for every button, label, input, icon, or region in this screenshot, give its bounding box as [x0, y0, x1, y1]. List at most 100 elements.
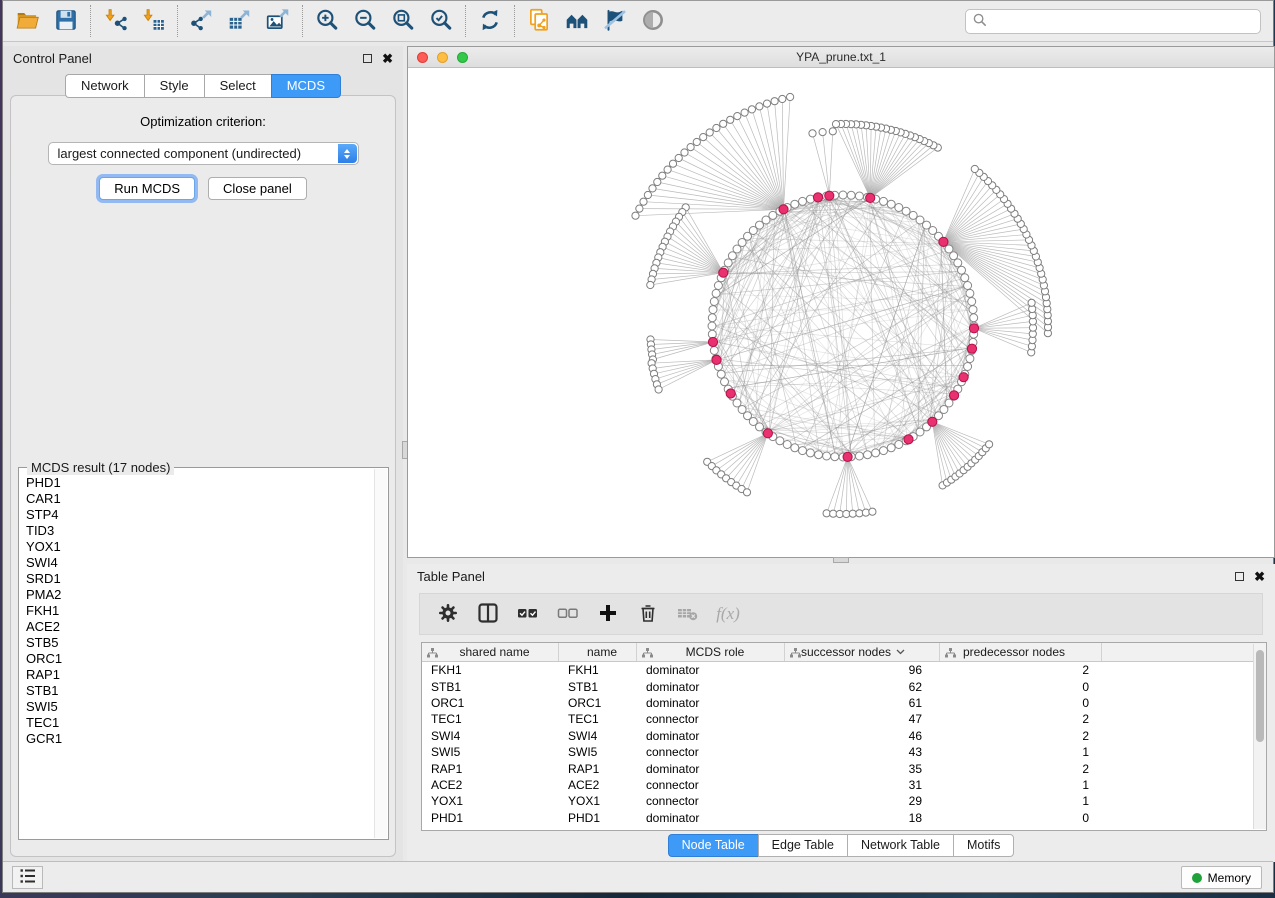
control-panel-tabs: NetworkStyleSelectMCDS	[3, 74, 403, 98]
window-zoom-traffic-light[interactable]	[457, 52, 468, 63]
column-header-name[interactable]: name	[559, 643, 637, 661]
tab-motifs[interactable]: Motifs	[953, 834, 1014, 857]
tab-network[interactable]: Network	[65, 74, 144, 98]
open-session-button[interactable]	[9, 4, 47, 38]
horizontal-splitter-handle[interactable]	[833, 557, 849, 563]
delete-column-button[interactable]	[630, 597, 666, 631]
table-mode-button[interactable]	[430, 597, 466, 631]
mcds-result-list: PHD1CAR1STP4TID3YOX1SWI4SRD1PMA2FKH1ACE2…	[19, 471, 374, 839]
table-row[interactable]: TEC1TEC1connector472	[422, 711, 1253, 727]
cell-MCDS-role: dominator	[637, 762, 785, 776]
window-close-traffic-light[interactable]	[417, 52, 428, 63]
mcds-panel: Optimization criterion: largest connecte…	[10, 95, 396, 857]
table-row[interactable]: YOX1YOX1connector291	[422, 793, 1253, 809]
column-header-shared-name[interactable]: shared name	[422, 643, 559, 661]
run-mcds-button[interactable]: Run MCDS	[99, 177, 195, 200]
select-all-button[interactable]	[510, 597, 546, 631]
mcds-result-node[interactable]: STP4	[26, 507, 374, 523]
table-row[interactable]: FKH1FKH1dominator962	[422, 662, 1253, 678]
table-scrollbar[interactable]	[1253, 644, 1266, 829]
column-header-successor-nodes[interactable]: successor nodes	[785, 643, 940, 661]
table-row[interactable]: PHD1PHD1dominator180	[422, 810, 1253, 826]
optimization-criterion-select[interactable]: largest connected component (undirected)	[48, 142, 359, 165]
mcds-result-node[interactable]: SWI4	[26, 555, 374, 571]
panel-menu-button[interactable]	[12, 866, 43, 889]
mcds-result-node[interactable]: FKH1	[26, 603, 374, 619]
search-field[interactable]	[965, 9, 1261, 34]
show-column-button[interactable]	[470, 597, 506, 631]
close-panel-icon[interactable]: ✖	[1254, 570, 1265, 583]
node-table-header: shared namenameMCDS rolesuccessor nodesp…	[422, 643, 1266, 662]
cell-successor-nodes: 61	[785, 696, 940, 710]
memory-button[interactable]: Memory	[1181, 866, 1262, 889]
cell-shared-name: FKH1	[422, 663, 559, 677]
tab-edge-table[interactable]: Edge Table	[758, 834, 847, 857]
cell-successor-nodes: 18	[785, 811, 940, 825]
hide-selected-button[interactable]	[596, 4, 634, 38]
mcds-result-node[interactable]: ACE2	[26, 619, 374, 635]
tab-style[interactable]: Style	[144, 74, 204, 98]
mcds-list-scrollbar[interactable]	[374, 469, 387, 838]
float-panel-icon[interactable]	[1235, 572, 1244, 581]
mcds-result-node[interactable]: GCR1	[26, 731, 374, 747]
zoom-out-button[interactable]	[346, 4, 384, 38]
apply-layout-button[interactable]	[471, 4, 509, 38]
mcds-result-node[interactable]: CAR1	[26, 491, 374, 507]
export-table-button[interactable]	[221, 4, 259, 38]
import-network-button[interactable]	[96, 4, 134, 38]
cell-shared-name: PHD1	[422, 811, 559, 825]
mcds-result-node[interactable]: SWI5	[26, 699, 374, 715]
delete-table-button[interactable]	[670, 597, 706, 631]
create-column-button[interactable]	[590, 597, 626, 631]
column-header-MCDS-role[interactable]: MCDS role	[637, 643, 785, 661]
float-panel-icon[interactable]	[363, 54, 372, 63]
mcds-result-node[interactable]: TID3	[26, 523, 374, 539]
export-image-button[interactable]	[259, 4, 297, 38]
first-neighbors-button[interactable]	[558, 4, 596, 38]
import-table-button[interactable]	[134, 4, 172, 38]
memory-label: Memory	[1208, 871, 1251, 885]
close-panel-icon[interactable]: ✖	[382, 52, 393, 65]
table-row[interactable]: STB1STB1dominator620	[422, 678, 1253, 694]
mcds-result-node[interactable]: STB5	[26, 635, 374, 651]
mcds-result-node[interactable]: ORC1	[26, 651, 374, 667]
show-all-button[interactable]	[634, 4, 672, 38]
table-row[interactable]: ORC1ORC1dominator610	[422, 695, 1253, 711]
mcds-result-node[interactable]: YOX1	[26, 539, 374, 555]
function-builder-icon: f(x)	[716, 604, 740, 624]
save-session-button[interactable]	[47, 4, 85, 38]
cell-name: YOX1	[559, 794, 637, 808]
table-row[interactable]: ACE2ACE2connector311	[422, 777, 1253, 793]
network-svg[interactable]	[408, 68, 1274, 557]
cell-predecessor-nodes: 2	[940, 663, 1102, 677]
tab-mcds[interactable]: MCDS	[271, 74, 341, 98]
search-input[interactable]	[992, 14, 1253, 28]
table-scrollbar-thumb[interactable]	[1256, 650, 1264, 742]
column-header-predecessor-nodes[interactable]: predecessor nodes	[940, 643, 1102, 661]
table-row[interactable]: SWI5SWI5connector431	[422, 744, 1253, 760]
deselect-all-button[interactable]	[550, 597, 586, 631]
export-network-button[interactable]	[183, 4, 221, 38]
close-panel-button[interactable]: Close panel	[208, 177, 307, 200]
mcds-result-node[interactable]: PHD1	[26, 475, 374, 491]
network-canvas[interactable]	[408, 68, 1274, 557]
mcds-result-node[interactable]: SRD1	[26, 571, 374, 587]
table-row[interactable]: RAP1RAP1dominator352	[422, 760, 1253, 776]
mcds-result-node[interactable]: RAP1	[26, 667, 374, 683]
table-row[interactable]: SWI4SWI4dominator462	[422, 728, 1253, 744]
tab-network-table[interactable]: Network Table	[847, 834, 953, 857]
zoom-fit-button[interactable]	[384, 4, 422, 38]
mcds-result-node[interactable]: TEC1	[26, 715, 374, 731]
window-minimize-traffic-light[interactable]	[437, 52, 448, 63]
cell-shared-name: TEC1	[422, 712, 559, 726]
mcds-result-node[interactable]: STB1	[26, 683, 374, 699]
tab-node-table[interactable]: Node Table	[668, 834, 758, 857]
tab-select[interactable]: Select	[204, 74, 271, 98]
mcds-result-node[interactable]: PMA2	[26, 587, 374, 603]
zoom-selected-button[interactable]	[422, 4, 460, 38]
new-network-from-selection-button[interactable]	[520, 4, 558, 38]
cell-predecessor-nodes: 0	[940, 696, 1102, 710]
network-window-titlebar[interactable]: YPA_prune.txt_1	[408, 47, 1274, 68]
function-builder-button[interactable]: f(x)	[710, 597, 746, 631]
zoom-in-button[interactable]	[308, 4, 346, 38]
